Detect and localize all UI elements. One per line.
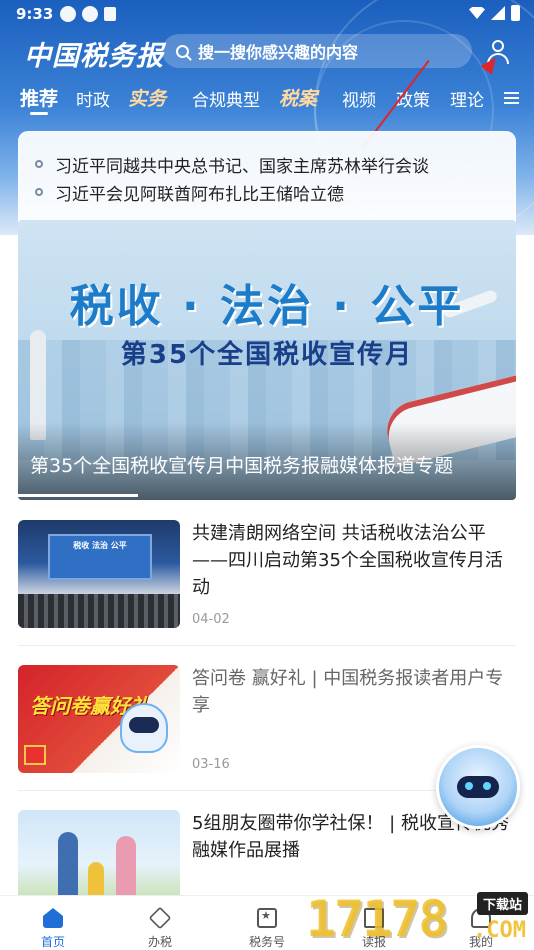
ticker-item[interactable]: 习近平同越共中央总书记、国家主席苏林举行会谈 <box>35 150 499 178</box>
search-icon <box>176 44 189 58</box>
bottom-navigation: 首页 办税 税务号 读报 我的 <box>0 895 534 950</box>
assistant-robot-button[interactable] <box>436 745 520 829</box>
search-placeholder: 搜一搜你感兴趣的内容 <box>198 43 359 62</box>
ticker-text: 习近平会见阿联酋阿布扎比王储哈立德 <box>55 184 344 205</box>
signal-icon <box>491 6 505 20</box>
news-ticker: 习近平同越共中央总书记、国家主席苏林举行会谈 习近平会见阿联酋阿布扎比王储哈立德 <box>18 131 516 231</box>
status-notification-icons <box>60 6 116 22</box>
bullet-icon <box>35 188 43 196</box>
tab-theory[interactable]: 理论 <box>450 86 484 111</box>
tab-compliance[interactable]: 合规典型 <box>192 86 260 111</box>
article-item[interactable]: 税收 法治 公平 共建清朗网络空间 共话税收法治公平——四川启动第35个全国税收… <box>18 520 516 650</box>
menu-icon[interactable] <box>504 92 519 104</box>
ticker-text: 习近平同越共中央总书记、国家主席苏林举行会谈 <box>55 156 429 177</box>
notification-icon <box>60 6 76 22</box>
nav-read-paper[interactable]: 读报 <box>329 896 419 950</box>
tab-tax-cases[interactable]: 税案 <box>279 84 317 111</box>
tab-recommend[interactable]: 推荐 <box>20 84 58 111</box>
status-bar: 9:33 <box>0 0 534 28</box>
user-icon <box>471 908 491 928</box>
banner-subheadline: 第35个全国税收宣传月 <box>120 340 414 370</box>
status-time: 9:33 <box>16 5 54 23</box>
featured-banner[interactable]: 税收 · 法治 · 公平 第35个全国税收宣传月 第35个全国税收宣传月中国税务… <box>18 220 516 500</box>
banner-page-indicator <box>18 494 516 497</box>
nav-label: 办税 <box>147 935 172 949</box>
newspaper-icon <box>364 908 384 928</box>
nav-home[interactable]: 首页 <box>8 896 98 950</box>
nav-label: 税务号 <box>248 935 285 949</box>
ticker-item[interactable]: 习近平会见阿联酋阿布扎比王储哈立德 <box>35 178 499 206</box>
article-title: 共建清朗网络空间 共话税收法治公平——四川启动第35个全国税收宣传月活动 <box>192 523 503 598</box>
article-thumbnail: 税收 法治 公平 <box>18 520 180 628</box>
home-icon <box>43 908 63 928</box>
app-logo[interactable]: 中国税务报 <box>24 34 164 73</box>
tax-icon <box>148 906 172 930</box>
active-tab-indicator <box>30 112 48 115</box>
nav-label: 读报 <box>361 935 386 949</box>
status-system-icons <box>469 5 520 21</box>
article-date: 03-16 <box>192 757 230 772</box>
article-date: 04-02 <box>192 612 230 627</box>
divider <box>18 645 516 646</box>
nav-tax-accounts[interactable]: 税务号 <box>222 896 312 950</box>
tab-video[interactable]: 视频 <box>342 86 376 111</box>
tab-politics[interactable]: 时政 <box>76 86 110 111</box>
nav-tax[interactable]: 办税 <box>115 896 205 950</box>
banner-caption: 第35个全国税收宣传月中国税务报融媒体报道专题 <box>30 455 454 477</box>
notification-icon <box>82 6 98 22</box>
battery-icon <box>511 5 520 21</box>
banner-headline: 税收 · 法治 · 公平 <box>69 281 465 332</box>
thumbnail-text: 税收 法治 公平 <box>73 541 127 550</box>
category-tabs: 推荐 时政 实务 合规典型 税案 视频 政策 理论 <box>0 84 534 116</box>
nav-label: 我的 <box>468 935 493 949</box>
article-thumbnail: 答问卷赢好礼 <box>18 665 180 773</box>
tab-practice[interactable]: 实务 <box>128 84 166 111</box>
nav-mine[interactable]: 我的 <box>436 896 526 950</box>
wifi-icon <box>469 7 485 19</box>
notification-icon <box>104 7 116 21</box>
star-badge-icon <box>257 908 277 928</box>
gift-icon <box>24 745 46 765</box>
bullet-icon <box>35 160 43 168</box>
nav-label: 首页 <box>40 935 65 949</box>
article-title: 答问卷 赢好礼 | 中国税务报读者用户专享 <box>192 668 504 716</box>
